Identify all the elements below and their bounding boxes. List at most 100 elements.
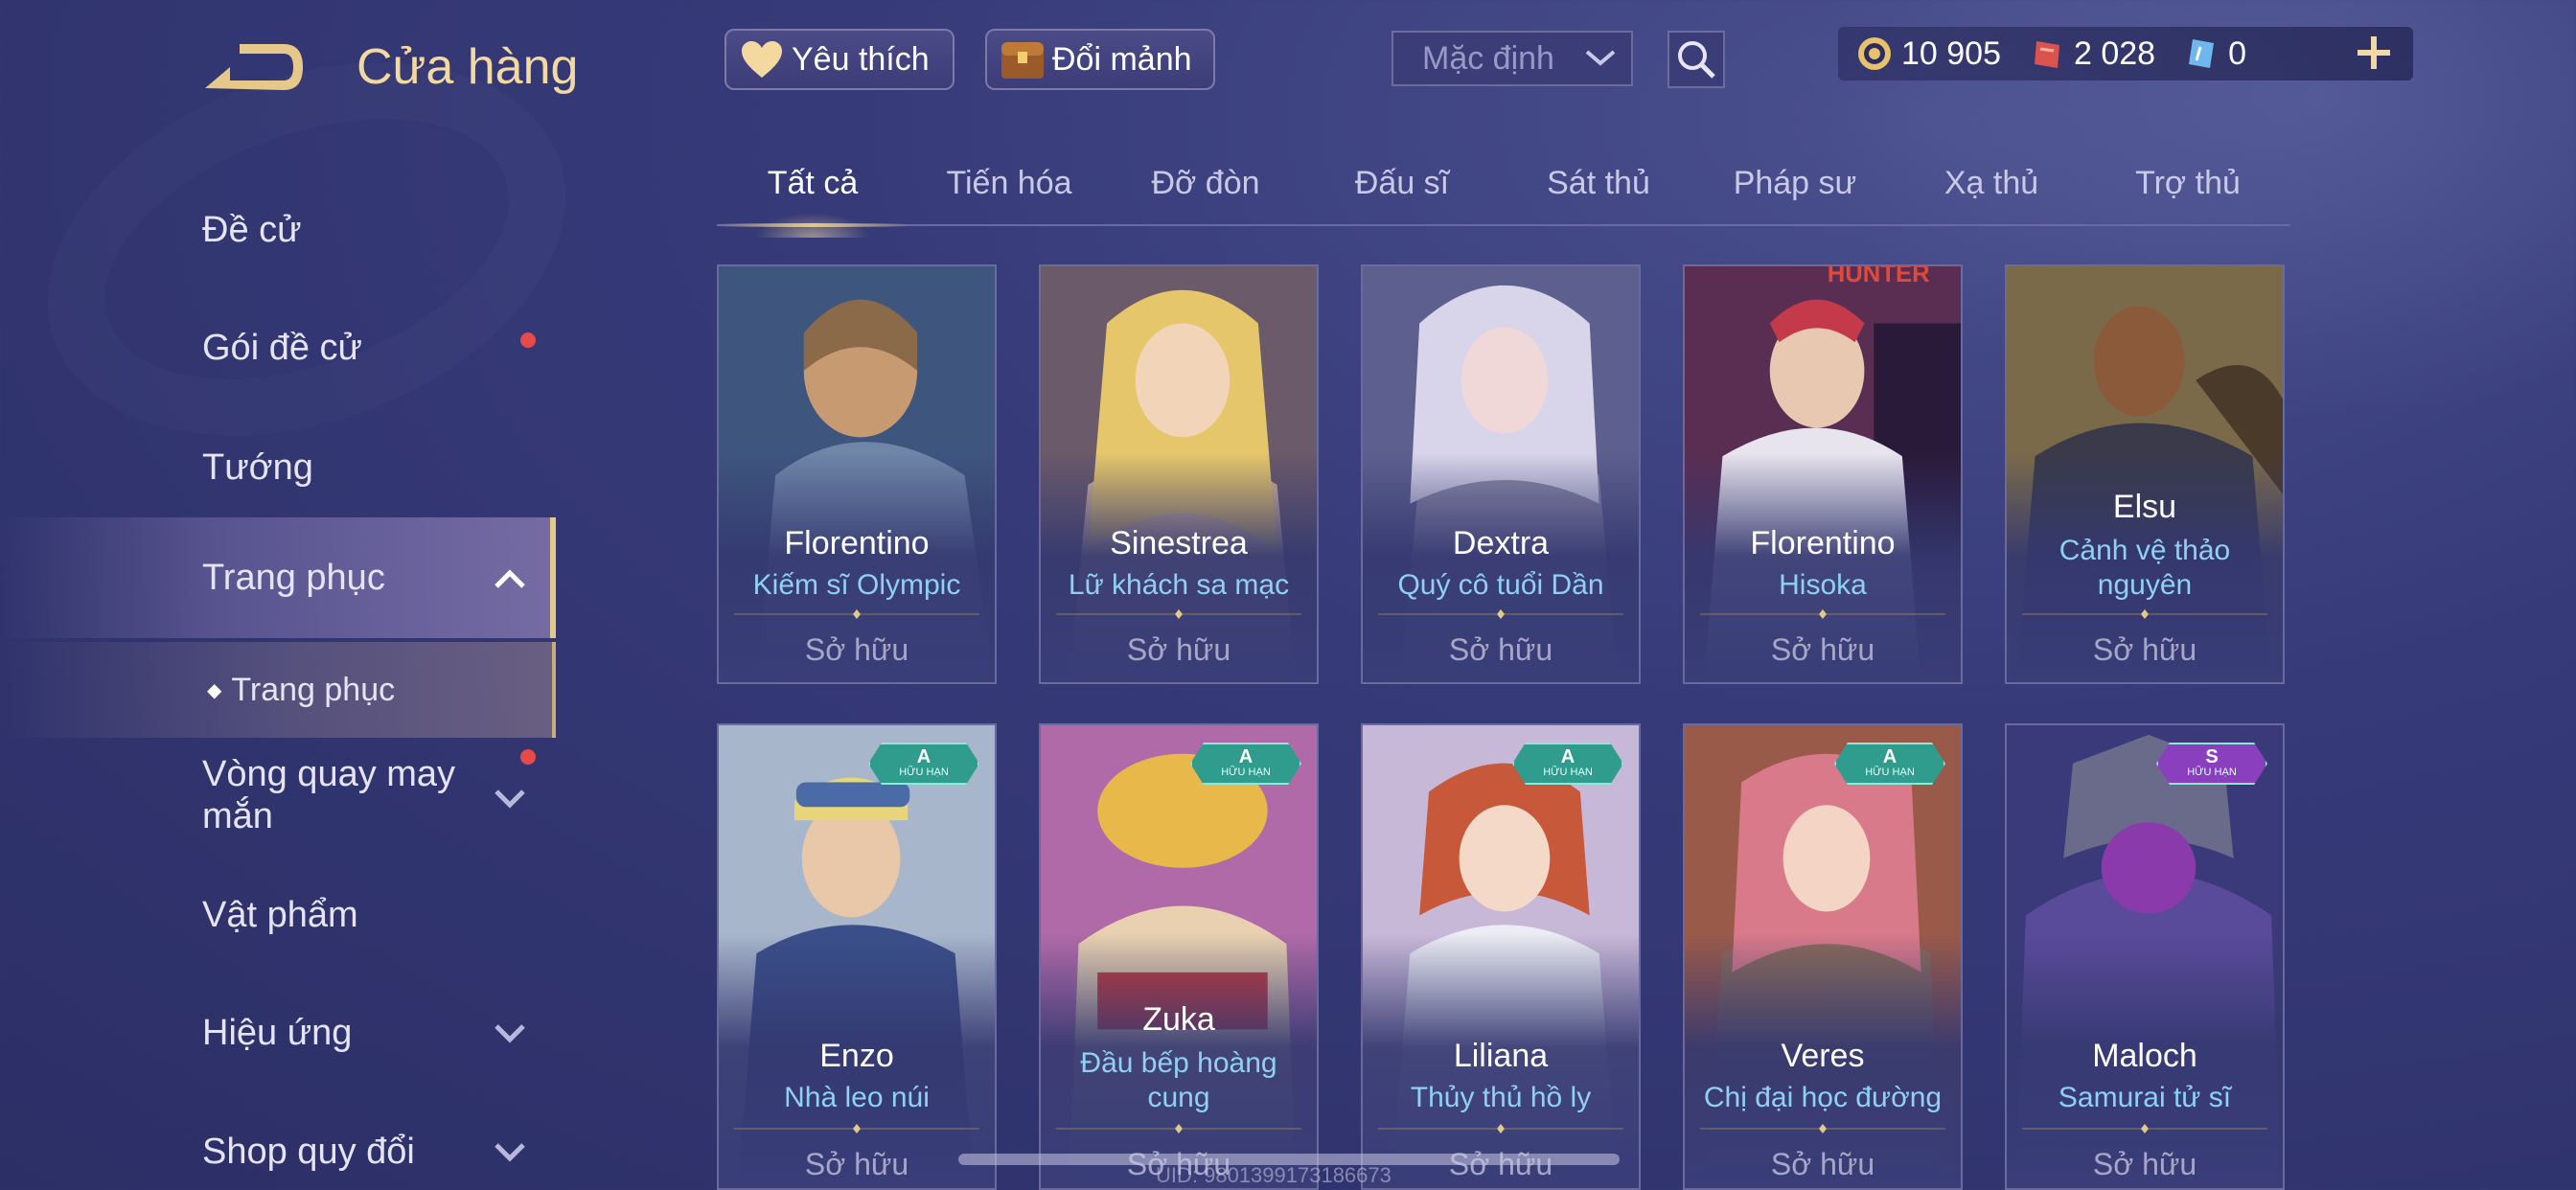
limited-tier-badge: S HỮU HẠN	[2156, 743, 2267, 785]
skin-name: Chị đại học đường	[1703, 1082, 1943, 1113]
badge-tier: A	[1238, 746, 1254, 767]
exchange-fragments-button[interactable]: Đổi mảnh	[985, 29, 1215, 90]
treasure-chest-icon	[997, 34, 1048, 85]
tab-evolution[interactable]: Tiến hóa	[913, 165, 1105, 202]
sidebar-item-items[interactable]: Vật phẩm	[0, 858, 556, 973]
sidebar-item-recommended[interactable]: Đề cử	[0, 172, 556, 287]
sidebar-item-exchange-shop[interactable]: Shop quy đổi	[0, 1094, 556, 1190]
limited-tier-badge: A HỮU HẠN	[1512, 743, 1623, 785]
ornament-divider	[1056, 1124, 1301, 1133]
skin-name: Kiếm sĩ Olympic	[752, 569, 961, 601]
card-info: Florentino Kiếm sĩ Olympic	[719, 525, 995, 603]
chevron-down-icon	[494, 790, 525, 809]
sidebar-item-skins[interactable]: Trang phục	[0, 517, 556, 638]
sort-dropdown[interactable]: Mặc định	[1392, 31, 1633, 86]
tab-label: Xạ thủ	[1944, 165, 2039, 201]
hero-name: Zuka	[1142, 1001, 1215, 1038]
page-title: Cửa hàng	[356, 39, 579, 95]
sidebar-item-label: Hiệu ứng	[202, 1012, 353, 1053]
skin-card[interactable]: A HỮU HẠN Liliana Thủy thủ hồ ly Sở hữu	[1361, 723, 1641, 1190]
skin-name: Quý cô tuổi Dần	[1397, 569, 1604, 601]
ownership-status: Sở hữu	[804, 632, 909, 667]
back-button[interactable]	[201, 38, 309, 96]
badge-label: HỮU HẠN	[1221, 767, 1271, 778]
skin-card[interactable]: Sinestrea Lữ khách sa mạc Sở hữu	[1039, 264, 1319, 684]
ownership-status: Sở hữu	[1770, 632, 1875, 667]
ownership-status: Sở hữu	[2092, 632, 2197, 667]
notification-dot	[520, 749, 536, 765]
sidebar-subitem-skins[interactable]: ◆ Trang phục	[0, 642, 556, 738]
red-voucher-icon	[2028, 34, 2066, 73]
sidebar-item-lucky-wheel[interactable]: Vòng quay may mắn	[0, 738, 556, 853]
tab-label: Tất cả	[767, 165, 859, 201]
badge-tier: S	[2205, 746, 2219, 767]
sidebar-item-label: Vòng quay may mắn	[202, 754, 456, 836]
skin-name: Đầu bếp hoàng cung	[1080, 1047, 1277, 1113]
sidebar-item-recommended-packs[interactable]: Gói đề cử	[0, 290, 556, 405]
card-info: Veres Chị đại học đường	[1685, 1038, 1961, 1115]
tab-assassin[interactable]: Sát thủ	[1503, 165, 1694, 202]
ornament-divider	[2022, 609, 2267, 619]
hero-name: Liliana	[1453, 1038, 1549, 1074]
skin-name: Cảnh vệ thảo nguyên	[2058, 535, 2231, 601]
tab-support[interactable]: Trợ thủ	[2092, 165, 2284, 202]
chevron-down-icon	[1585, 50, 1616, 66]
sidebar-item-label: Đề cử	[202, 209, 302, 250]
favorites-button[interactable]: Yêu thích	[724, 29, 954, 90]
sidebar-item-label: Tướng	[202, 446, 313, 488]
sort-value: Mặc định	[1422, 39, 1554, 77]
add-currency-button[interactable]	[2350, 29, 2398, 77]
tab-mage[interactable]: Pháp sư	[1699, 165, 1891, 202]
skin-card[interactable]: Florentino Kiếm sĩ Olympic Sở hữu	[717, 264, 997, 684]
active-tab-indicator	[717, 223, 908, 227]
chevron-up-icon	[494, 569, 525, 588]
skin-card[interactable]: A HỮU HẠN Zuka Đầu bếp hoàng cung Sở hữu	[1039, 723, 1319, 1190]
tab-marksman[interactable]: Xạ thủ	[1896, 165, 2087, 202]
badge-label: HỮU HẠN	[1865, 767, 1915, 778]
blue-voucher-amount: 0	[2228, 34, 2247, 72]
skin-card[interactable]: HUNTER Florentino Hisoka Sở hữu	[1683, 264, 1963, 684]
ownership-status: Sở hữu	[1770, 1147, 1875, 1181]
skin-card[interactable]: A HỮU HẠN Veres Chị đại học đường Sở hữu	[1683, 723, 1963, 1190]
card-info: Maloch Samurai tử sĩ	[2007, 1038, 2283, 1115]
back-arrow-icon	[205, 44, 303, 90]
tab-all[interactable]: Tất cả	[717, 165, 908, 238]
tab-label: Pháp sư	[1733, 165, 1857, 201]
hero-name: Sinestrea	[1110, 525, 1248, 561]
skin-card[interactable]: S HỮU HẠN Maloch Samurai tử sĩ Sở hữu	[2005, 723, 2285, 1190]
tab-tank[interactable]: Đỡ đòn	[1110, 165, 1301, 202]
badge-tier: A	[1882, 746, 1898, 767]
skin-card[interactable]: Elsu Cảnh vệ thảo nguyên Sở hữu	[2005, 264, 2285, 684]
chevron-down-icon	[494, 1143, 525, 1162]
sidebar-item-effects[interactable]: Hiệu ứng	[0, 975, 556, 1090]
skin-card[interactable]: Dextra Quý cô tuổi Dần Sở hữu	[1361, 264, 1641, 684]
tab-label: Trợ thủ	[2135, 165, 2241, 201]
sidebar-item-label: Shop quy đổi	[202, 1131, 415, 1172]
card-info: Sinestrea Lữ khách sa mạc	[1041, 525, 1317, 603]
limited-tier-badge: A HỮU HẠN	[868, 743, 979, 785]
badge-tier: A	[1560, 746, 1576, 767]
skin-name: Samurai tử sĩ	[2058, 1082, 2232, 1113]
gold-coin-icon	[1855, 34, 1894, 73]
sidebar-item-label: Trang phục	[202, 557, 385, 598]
badge-tier: A	[916, 746, 932, 767]
sidebar-item-label: Vật phẩm	[202, 894, 358, 935]
skin-name: Lữ khách sa mạc	[1068, 569, 1290, 601]
ownership-status: Sở hữu	[1126, 632, 1231, 667]
search-icon	[1678, 41, 1715, 79]
art-caption: HUNTER	[1828, 266, 1930, 287]
skin-card[interactable]: A HỮU HẠN Enzo Nhà leo núi Sở hữu	[717, 723, 997, 1190]
hero-name: Enzo	[819, 1038, 894, 1074]
ornament-divider	[1378, 609, 1623, 619]
limited-tier-badge: A HỮU HẠN	[1190, 743, 1301, 785]
skin-name: Hisoka	[1779, 569, 1867, 601]
search-button[interactable]	[1668, 31, 1725, 88]
currency-blue-voucher: 0	[2182, 34, 2246, 73]
sidebar-subitem-label: Trang phục	[231, 671, 396, 708]
sidebar-item-heroes[interactable]: Tướng	[0, 410, 556, 525]
ornament-divider	[1056, 609, 1301, 619]
tab-fighter[interactable]: Đấu sĩ	[1306, 165, 1498, 202]
sidebar-item-label: Gói đề cử	[202, 327, 362, 368]
chevron-down-icon	[494, 1024, 525, 1043]
badge-label: HỮU HẠN	[2187, 767, 2237, 778]
